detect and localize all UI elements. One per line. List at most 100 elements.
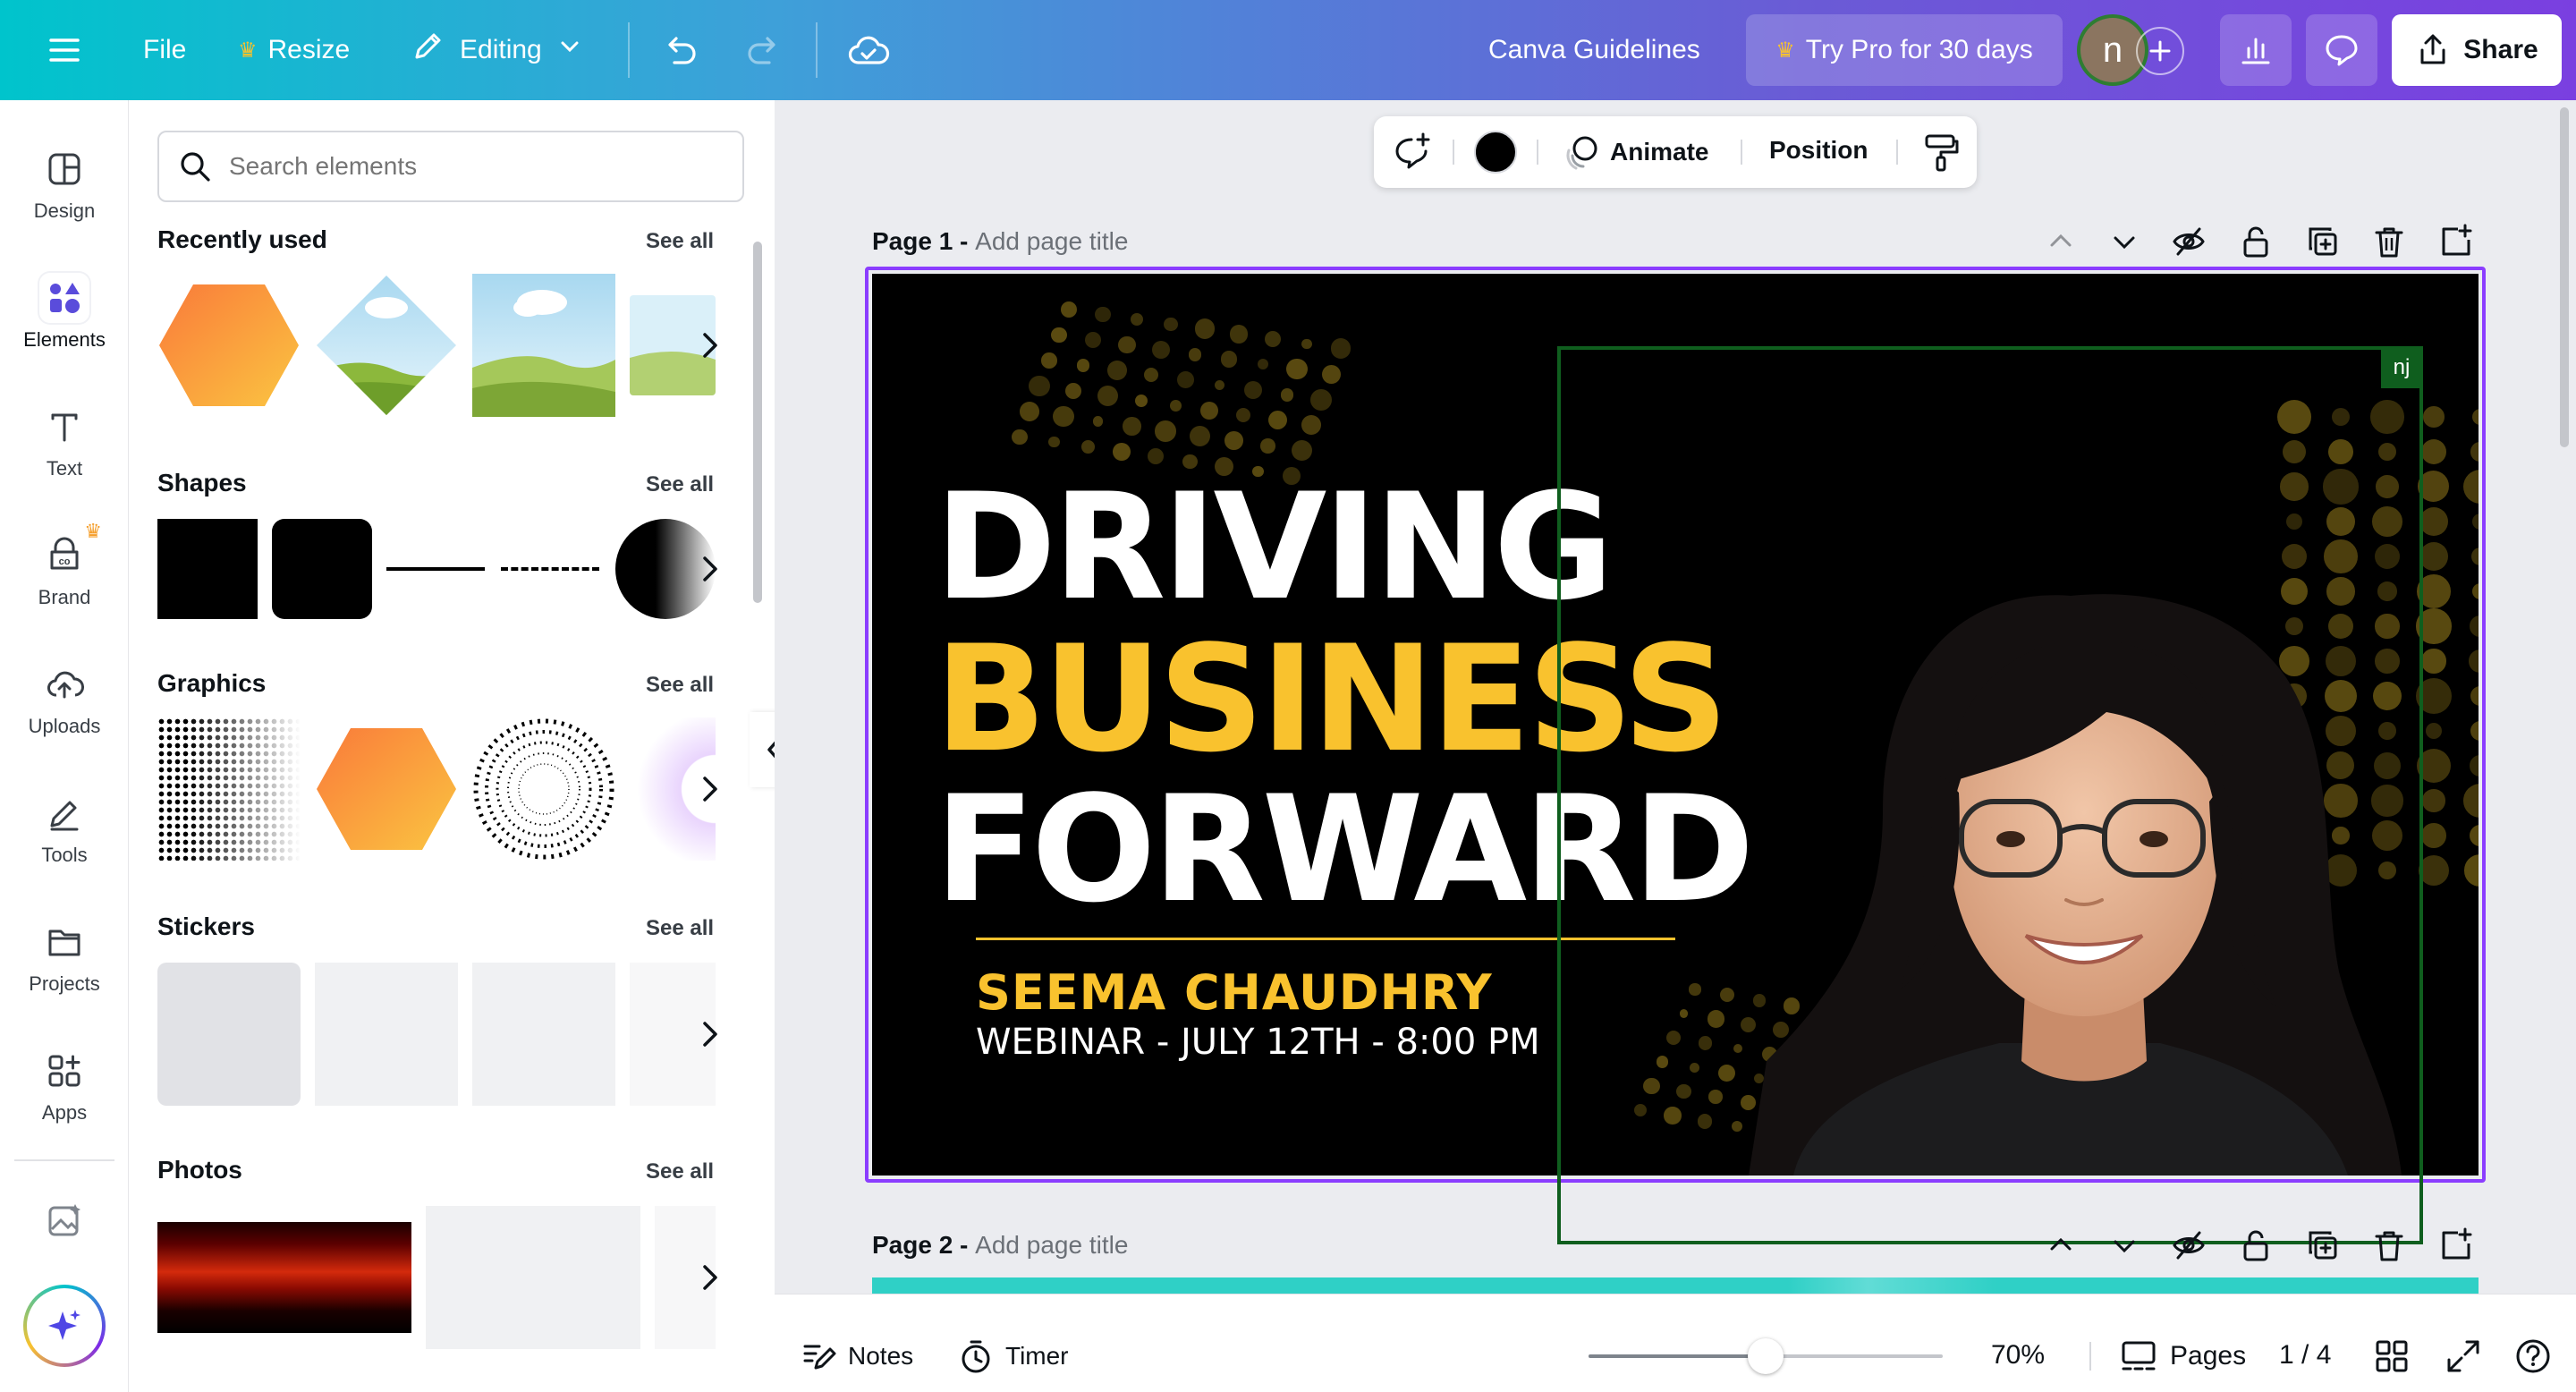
chevron-right-icon[interactable] xyxy=(692,762,728,816)
rail-item-elements[interactable]: Elements xyxy=(0,254,129,370)
halftone-dot xyxy=(1286,359,1307,379)
svg-text:co: co xyxy=(59,556,71,567)
magic-assistant-button[interactable] xyxy=(23,1285,106,1367)
halftone-graphic[interactable] xyxy=(157,717,301,861)
rail-label-apps: Apps xyxy=(42,1101,87,1125)
collaborator-tag: nj xyxy=(2381,347,2422,388)
timer-button[interactable]: Timer xyxy=(957,1337,1069,1376)
zoom-level[interactable]: 70% xyxy=(1991,1340,2045,1371)
see-all-link[interactable]: See all xyxy=(646,673,714,698)
page-title-input[interactable]: Add page title xyxy=(975,227,1128,255)
comment-icon xyxy=(2323,31,2360,69)
animate-icon xyxy=(1562,132,1601,172)
recent-diamond-frame-thumb[interactable] xyxy=(315,274,458,417)
document-title[interactable]: Canva Guidelines xyxy=(1488,0,1700,100)
redo-icon[interactable] xyxy=(742,30,784,72)
hide-icon[interactable] xyxy=(2171,224,2207,259)
chevron-right-icon[interactable] xyxy=(692,1251,728,1304)
add-comment-icon[interactable] xyxy=(1390,131,1433,174)
add-page-icon[interactable] xyxy=(2438,224,2474,259)
help-icon[interactable] xyxy=(2513,1337,2553,1376)
pages-button[interactable]: Pages xyxy=(2120,1337,2246,1376)
magic-media-icon[interactable] xyxy=(45,1201,84,1240)
duplicate-icon[interactable] xyxy=(2305,224,2341,259)
chevron-down-icon[interactable] xyxy=(2108,225,2140,258)
section-title-stickers: Stickers xyxy=(157,912,255,941)
webinar-details[interactable]: WEBINAR - JULY 12TH - 8:00 PM xyxy=(976,1022,1540,1063)
sticker-placeholder[interactable] xyxy=(472,963,615,1106)
trash-icon[interactable] xyxy=(2371,224,2407,259)
chevron-right-icon[interactable] xyxy=(692,542,728,596)
page-title-input[interactable]: Add page title xyxy=(975,1231,1128,1259)
undo-icon[interactable] xyxy=(660,30,701,72)
search-input[interactable] xyxy=(229,152,712,181)
insights-button[interactable] xyxy=(2220,14,2292,86)
share-button[interactable]: Share xyxy=(2392,14,2562,86)
position-button[interactable]: Position xyxy=(1769,136,1868,165)
menu-icon[interactable] xyxy=(47,32,82,68)
crown-icon: ♛ xyxy=(238,38,258,64)
rail-item-tools[interactable]: Tools xyxy=(0,769,129,886)
recent-hexagon-thumb[interactable] xyxy=(157,283,301,408)
rail-item-apps[interactable]: Apps xyxy=(0,1027,129,1143)
see-all-link[interactable]: See all xyxy=(646,916,714,941)
file-menu[interactable]: File xyxy=(143,0,186,100)
rail-item-uploads[interactable]: Uploads xyxy=(0,641,129,757)
recent-landscape-thumb[interactable] xyxy=(472,274,615,417)
rail-item-text[interactable]: Text xyxy=(0,383,129,499)
headline-line-1[interactable]: DRIVING xyxy=(935,474,1610,621)
add-collaborator-icon[interactable] xyxy=(2136,27,2184,75)
panel-scrollbar[interactable] xyxy=(753,242,762,603)
pages-label: Pages xyxy=(2170,1341,2246,1371)
halftone-dot xyxy=(1200,402,1218,420)
trash-icon[interactable] xyxy=(2371,1227,2407,1263)
chevron-down-icon[interactable] xyxy=(2108,1229,2140,1261)
resize-button[interactable]: ♛ Resize xyxy=(238,0,350,100)
square-shape[interactable] xyxy=(157,519,258,619)
rail-item-brand[interactable]: co ♛ Brand xyxy=(0,512,129,628)
hide-icon[interactable] xyxy=(2171,1227,2207,1263)
dotted-circle-graphic[interactable] xyxy=(472,717,615,861)
editing-label: Editing xyxy=(460,35,542,65)
sticker-placeholder[interactable] xyxy=(157,963,301,1106)
animate-button[interactable]: Animate xyxy=(1562,131,1708,174)
fullscreen-icon[interactable] xyxy=(2444,1337,2483,1376)
lock-icon[interactable] xyxy=(2238,224,2274,259)
notes-button[interactable]: Notes xyxy=(800,1337,913,1376)
rounded-square-shape[interactable] xyxy=(272,519,372,619)
photo-placeholder[interactable] xyxy=(426,1206,640,1349)
sunset-photo-thumb[interactable] xyxy=(157,1222,411,1333)
see-all-link[interactable]: See all xyxy=(646,1159,714,1184)
search-box[interactable] xyxy=(157,131,744,202)
solid-line-shape[interactable] xyxy=(386,567,485,571)
lock-icon[interactable] xyxy=(2238,1227,2274,1263)
cloud-saved-icon[interactable] xyxy=(846,29,891,73)
paint-roller-icon[interactable] xyxy=(1919,131,1962,174)
sticker-placeholder[interactable] xyxy=(315,963,458,1106)
see-all-link[interactable]: See all xyxy=(646,472,714,497)
rail-item-design[interactable]: Design xyxy=(0,125,129,242)
chevron-up-icon[interactable] xyxy=(2045,1229,2077,1261)
canvas-scrollbar[interactable] xyxy=(2560,107,2569,447)
dashed-line-shape[interactable] xyxy=(501,567,599,571)
divider xyxy=(14,1159,114,1161)
divider xyxy=(816,22,818,78)
presenter-name[interactable]: SEEMA CHAUDHRY xyxy=(976,964,1493,1021)
rail-item-projects[interactable]: Projects xyxy=(0,898,129,1014)
comments-button[interactable] xyxy=(2306,14,2377,86)
halftone-dot xyxy=(1230,325,1249,344)
add-page-icon[interactable] xyxy=(2438,1227,2474,1263)
duplicate-icon[interactable] xyxy=(2305,1227,2341,1263)
zoom-slider-handle[interactable] xyxy=(1748,1338,1784,1374)
see-all-link[interactable]: See all xyxy=(646,229,714,254)
chevron-up-icon[interactable] xyxy=(2045,225,2077,258)
chevron-right-icon[interactable] xyxy=(692,1007,728,1061)
chevron-right-icon[interactable] xyxy=(692,318,728,372)
try-pro-button[interactable]: ♛ Try Pro for 30 days xyxy=(1746,14,2063,86)
hexagon-graphic[interactable] xyxy=(315,726,458,852)
editing-mode-dropdown[interactable]: Editing xyxy=(410,0,581,100)
halftone-dot xyxy=(1155,420,1176,442)
grid-view-icon[interactable] xyxy=(2372,1337,2411,1376)
cloud-upload-icon xyxy=(39,659,89,709)
color-swatch[interactable] xyxy=(1474,131,1517,174)
